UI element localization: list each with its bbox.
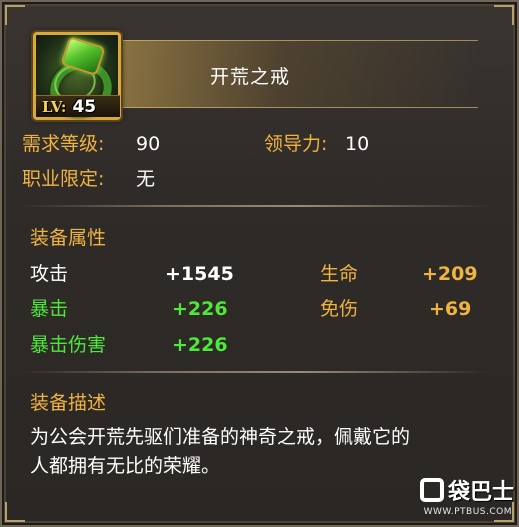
attr-attack-label: 攻击 — [30, 263, 69, 285]
watermark-box-icon — [419, 478, 444, 502]
site-watermark: 袋巴士 WWW.PTBUS.COM — [406, 474, 514, 520]
item-tooltip-panel: LV: 45 开荒之戒 需求等级: 90 领导力: 10 职业限定: 无 装备属… — [0, 0, 519, 527]
class-restriction-value: 无 — [136, 168, 156, 190]
watermark-logo: 袋巴士 — [406, 474, 514, 506]
attr-damage-reduction-value: +69 — [429, 298, 472, 320]
attr-crit-damage-value: +226 — [172, 334, 228, 356]
attr-hp-label: 生命 — [320, 263, 359, 285]
watermark-logo-text: 袋巴士 — [447, 480, 514, 505]
section-divider — [20, 371, 490, 373]
attr-attack-value: +1545 — [165, 263, 234, 285]
item-name-banner — [123, 40, 478, 108]
attr-damage-reduction-label: 免伤 — [320, 298, 359, 320]
attr-crit-damage-label: 暴击伤害 — [30, 334, 107, 356]
required-level-value: 90 — [136, 133, 161, 155]
description-heading: 装备描述 — [30, 392, 107, 414]
description-line-2: 人都拥有无比的荣耀。 — [30, 455, 221, 477]
description-line-1: 为公会开荒先驱们准备的神奇之戒，佩戴它的 — [30, 426, 411, 448]
required-level-label: 需求等级: — [22, 133, 105, 155]
panel-corner-ornament — [494, 5, 514, 25]
section-divider — [20, 205, 490, 207]
item-level-badge: LV: 45 — [36, 95, 120, 117]
panel-corner-ornament — [5, 502, 25, 522]
attr-crit-value: +226 — [172, 298, 228, 320]
class-restriction-label: 职业限定: — [22, 168, 105, 190]
leadership-value: 10 — [345, 133, 370, 155]
attr-crit-label: 暴击 — [30, 298, 69, 320]
item-name: 开荒之戒 — [210, 66, 291, 88]
level-label: LV: — [42, 97, 67, 116]
level-value: 45 — [72, 96, 97, 117]
panel-corner-ornament — [5, 5, 25, 25]
watermark-url: WWW.PTBUS.COM — [423, 507, 512, 517]
attributes-heading: 装备属性 — [30, 227, 107, 249]
leadership-label: 领导力: — [264, 133, 328, 155]
attr-hp-value: +209 — [422, 263, 478, 285]
